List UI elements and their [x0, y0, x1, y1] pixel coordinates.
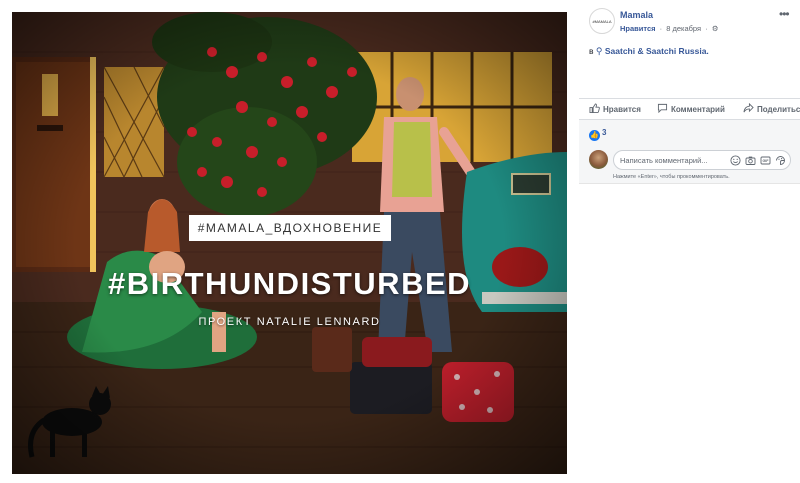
svg-text:GIF: GIF	[763, 159, 770, 163]
post-location: в ⚲ Saatchi & Saatchi Russia.	[589, 46, 709, 57]
reaction-summary[interactable]: 👍 3	[589, 128, 606, 141]
page-avatar[interactable]: #MAMALA	[589, 8, 615, 34]
feedback-area: 👍3 GIF	[579, 120, 800, 184]
like-count: 3	[602, 128, 607, 137]
comment-box[interactable]: GIF	[613, 150, 791, 170]
photo-title: #BIRTHUNDISTURBED	[107, 266, 472, 301]
gear-icon[interactable]: ⚙	[712, 24, 719, 33]
post-meta: Нравится · 8 декабря · ⚙	[620, 24, 719, 33]
comment-hint: Нажмите «Enter», чтобы прокомментировать…	[613, 174, 730, 180]
comment-icon	[657, 103, 668, 113]
page-like-link[interactable]: Нравится	[620, 24, 656, 33]
meta-separator: ·	[705, 24, 708, 33]
sticker-icon[interactable]	[775, 155, 786, 166]
location-pin-icon: ⚲	[595, 46, 603, 56]
photo-subtitle: ПРОЕКТ NATALIE LENNARD	[198, 316, 381, 328]
commenter-avatar	[589, 150, 608, 169]
photo-hashtag-label: #MAMALA_ВДОХНОВЕНИЕ	[189, 215, 391, 241]
share-button[interactable]: Поделиться	[743, 103, 800, 114]
post-side-panel: #MAMALA Mamala Нравится · 8 декабря · ⚙ …	[579, 0, 800, 483]
location-prefix: в	[589, 46, 594, 56]
location-link[interactable]: Saatchi & Saatchi Russia.	[605, 46, 709, 56]
like-button-label: Нравится	[603, 105, 641, 114]
post-photo[interactable]: #MAMALA_ВДОХНОВЕНИЕ #BIRTHUNDISTURBED ПР…	[12, 12, 567, 474]
post-actions: Нравится Комментарий Поделиться	[579, 98, 800, 120]
gif-icon[interactable]: GIF	[760, 155, 771, 166]
meta-separator: ·	[659, 24, 663, 33]
post-date[interactable]: 8 декабря	[666, 24, 701, 33]
share-button-label: Поделиться	[757, 105, 800, 114]
post-header: #MAMALA Mamala Нравится · 8 декабря · ⚙ …	[579, 0, 800, 40]
comment-button-label: Комментарий	[671, 105, 725, 114]
emoji-icon[interactable]	[730, 155, 741, 166]
like-reaction-icon: 👍	[589, 130, 600, 141]
more-icon[interactable]: •••	[779, 7, 790, 21]
camera-icon[interactable]	[745, 155, 756, 166]
page-name-link[interactable]: Mamala	[620, 10, 653, 20]
comment-button[interactable]: Комментарий	[657, 103, 725, 114]
photo-scene	[12, 12, 567, 474]
comment-input[interactable]	[620, 154, 726, 167]
share-icon	[743, 103, 754, 113]
like-button[interactable]: Нравится	[589, 103, 641, 114]
thumbs-up-icon	[589, 103, 600, 113]
photo-viewer: #MAMALA_ВДОХНОВЕНИЕ #BIRTHUNDISTURBED ПР…	[0, 0, 800, 483]
